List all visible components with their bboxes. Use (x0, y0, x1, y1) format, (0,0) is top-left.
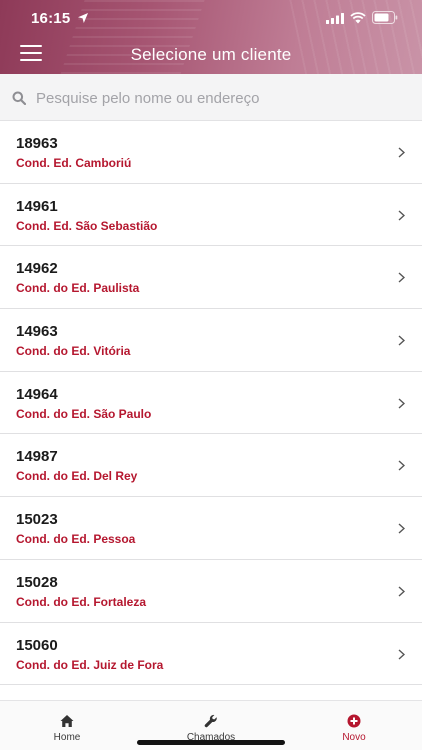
list-item[interactable]: 15060 Cond. do Ed. Juiz de Fora (0, 622, 422, 686)
wrench-icon (204, 714, 217, 728)
cellular-signal-icon (326, 13, 344, 24)
chevron-right-icon (398, 147, 405, 158)
list-item[interactable]: 15023 Cond. do Ed. Pessoa (0, 497, 422, 560)
tab-novo[interactable]: Novo (299, 701, 409, 750)
page-title: Selecione um cliente (130, 45, 292, 64)
client-name: Cond. do Ed. Juiz de Fora (16, 657, 164, 672)
client-code: 14962 (16, 260, 58, 278)
list-item[interactable]: 18963 Cond. Ed. Camboriú (0, 121, 422, 184)
chevron-right-icon (398, 272, 405, 283)
search-icon (12, 91, 26, 105)
client-list: 18963 Cond. Ed. Camboriú 14961 Cond. Ed.… (0, 121, 422, 686)
chevron-right-icon (398, 398, 405, 409)
search-bar (0, 74, 422, 121)
chevron-right-icon (398, 335, 405, 346)
client-code: 14963 (16, 323, 58, 341)
list-item[interactable]: 14962 Cond. do Ed. Paulista (0, 246, 422, 310)
client-code: 15028 (16, 573, 58, 591)
home-icon (60, 715, 74, 727)
client-code: 18963 (16, 135, 58, 152)
client-code: 15060 (16, 636, 58, 654)
client-name: Cond. do Ed. Paulista (16, 281, 140, 296)
list-item[interactable]: 14963 Cond. do Ed. Vitória (0, 309, 422, 372)
client-name: Cond. do Ed. Vitória (16, 344, 131, 359)
client-name: Cond. do Ed. Del Rey (16, 469, 138, 484)
chevron-right-icon (398, 460, 405, 471)
list-item[interactable]: 14964 Cond. do Ed. São Paulo (0, 371, 422, 435)
tab-home-label: Home (53, 732, 81, 743)
client-code: 14987 (16, 448, 58, 466)
location-arrow-icon (78, 13, 88, 23)
chevron-right-icon (398, 523, 405, 534)
chevron-right-icon (398, 210, 405, 221)
status-bar: 16:15 (0, 0, 422, 36)
tab-home[interactable]: Home (12, 701, 122, 750)
list-item[interactable]: 14961 Cond. Ed. São Sebastião (0, 183, 422, 247)
client-name: Cond. do Ed. Fortaleza (16, 594, 147, 609)
client-name: Cond. Ed. Camboriú (16, 156, 132, 170)
list-item[interactable]: 14987 Cond. do Ed. Del Rey (0, 434, 422, 498)
client-name: Cond. do Ed. São Paulo (16, 406, 152, 421)
client-name: Cond. Ed. São Sebastião (16, 218, 158, 233)
search-input[interactable] (36, 86, 406, 110)
tab-novo-label: Novo (342, 732, 366, 743)
home-indicator (137, 740, 285, 745)
app-header: 16:15 Selecione um cliente (0, 0, 422, 74)
client-name: Cond. do Ed. Pessoa (16, 532, 136, 547)
client-code: 15023 (16, 511, 58, 529)
wifi-icon (350, 12, 366, 24)
chevron-right-icon (398, 586, 405, 597)
list-item[interactable]: 15028 Cond. do Ed. Fortaleza (0, 559, 422, 623)
client-code: 14961 (16, 197, 58, 215)
battery-icon (372, 11, 398, 24)
client-code: 14964 (16, 385, 58, 403)
chevron-right-icon (398, 648, 405, 660)
plus-circle-icon (347, 714, 361, 728)
status-time: 16:15 (31, 10, 71, 27)
